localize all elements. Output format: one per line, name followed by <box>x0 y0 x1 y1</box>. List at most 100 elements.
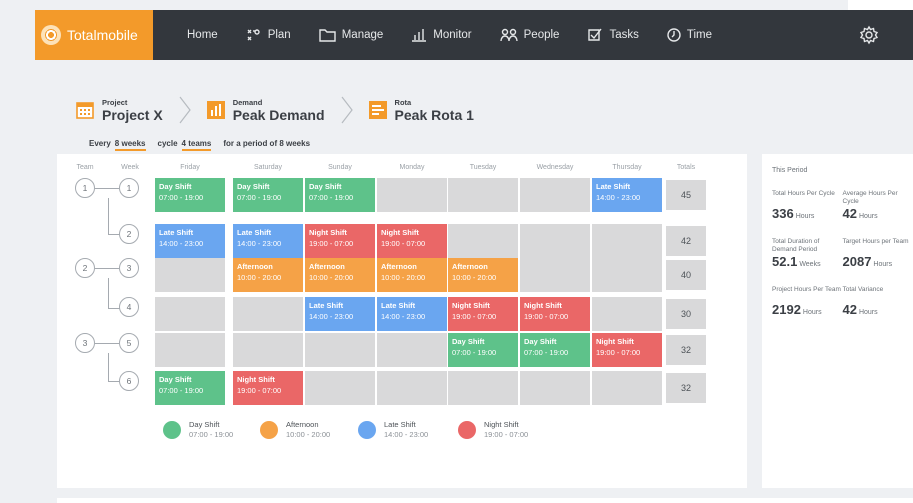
empty-cell[interactable] <box>592 371 662 405</box>
week-badge[interactable]: 5 <box>119 333 139 353</box>
shift-name: Day Shift <box>237 182 270 191</box>
team-badge[interactable]: 1 <box>75 178 95 198</box>
shift-cell[interactable]: Day Shift 07:00 - 19:00 <box>155 371 225 405</box>
breadcrumb-project[interactable]: Project Project X <box>76 98 163 123</box>
nav-manage[interactable]: Manage <box>319 28 383 42</box>
shift-time: 07:00 - 19:00 <box>452 348 497 357</box>
empty-cell[interactable] <box>520 258 590 292</box>
empty-cell[interactable] <box>377 178 447 212</box>
week-badge[interactable]: 1 <box>119 178 139 198</box>
tree-line <box>95 188 119 189</box>
shift-time: 10:00 - 20:00 <box>237 273 282 282</box>
shift-cell[interactable]: Late Shift 14:00 - 23:00 <box>233 224 303 258</box>
shift-cell[interactable]: Night Shift 19:00 - 07:00 <box>305 224 375 258</box>
shift-cell[interactable]: Afternoon 10:00 - 20:00 <box>233 258 303 292</box>
top-navbar: Totalmobile Home Plan Manage Monitor Peo… <box>35 10 913 60</box>
empty-cell[interactable] <box>448 224 518 258</box>
empty-cell[interactable] <box>155 333 225 367</box>
week-total: 32 <box>666 373 706 403</box>
shift-cell[interactable]: Day Shift 07:00 - 19:00 <box>155 178 225 212</box>
week-total: 32 <box>666 335 706 365</box>
shift-cell[interactable]: Day Shift 07:00 - 19:00 <box>520 333 590 367</box>
shift-name: Late Shift <box>309 301 344 310</box>
breadcrumb-demand[interactable]: Demand Peak Demand <box>206 98 325 123</box>
night-shift-dot <box>458 421 476 439</box>
shift-time: 07:00 - 19:00 <box>524 348 569 357</box>
shift-cell[interactable]: Late Shift 14:00 - 23:00 <box>305 297 375 331</box>
shift-name: Day Shift <box>159 182 192 191</box>
shift-cell[interactable]: Day Shift 07:00 - 19:00 <box>233 178 303 212</box>
shift-cell[interactable]: Day Shift 07:00 - 19:00 <box>305 178 375 212</box>
shift-cell[interactable]: Night Shift 19:00 - 07:00 <box>448 297 518 331</box>
nav-people[interactable]: People <box>499 28 559 42</box>
team-badge[interactable]: 3 <box>75 333 95 353</box>
nav-time[interactable]: Time <box>667 28 712 42</box>
shift-cell[interactable]: Night Shift 19:00 - 07:00 <box>233 371 303 405</box>
nav-tasks[interactable]: Tasks <box>587 28 639 42</box>
period-every-value[interactable]: 8 weeks <box>114 139 146 151</box>
empty-cell[interactable] <box>592 297 662 331</box>
empty-cell[interactable] <box>592 258 662 292</box>
tree-line <box>108 198 109 234</box>
shift-time: 19:00 - 07:00 <box>309 239 354 248</box>
empty-cell[interactable] <box>520 371 590 405</box>
empty-cell[interactable] <box>233 333 303 367</box>
nav-tasks-label: Tasks <box>609 29 639 41</box>
header-day: Thursday <box>612 164 642 171</box>
week-badge[interactable]: 3 <box>119 258 139 278</box>
week-badge[interactable]: 4 <box>119 297 139 317</box>
empty-cell[interactable] <box>520 224 590 258</box>
week-badge[interactable]: 2 <box>119 224 139 244</box>
legend-afternoon: Afternoon 10:00 - 20:00 <box>260 420 330 440</box>
checkbox-icon <box>588 28 603 41</box>
nav-home[interactable]: Home <box>187 29 218 41</box>
empty-cell[interactable] <box>448 371 518 405</box>
empty-cell[interactable] <box>520 178 590 212</box>
shift-cell[interactable]: Late Shift 14:00 - 23:00 <box>377 297 447 331</box>
shift-time: 19:00 - 07:00 <box>452 312 497 321</box>
shift-cell[interactable]: Afternoon 10:00 - 20:00 <box>305 258 375 292</box>
shift-cell[interactable]: Night Shift 19:00 - 07:00 <box>377 224 447 258</box>
shift-cell[interactable]: Late Shift 14:00 - 23:00 <box>592 178 662 212</box>
shift-cell[interactable]: Day Shift 07:00 - 19:00 <box>448 333 518 367</box>
period-cycle-value[interactable]: 4 teams <box>181 139 212 151</box>
rota-grid-panel: Team Week Friday Saturday Sunday Monday Tues… <box>57 154 747 488</box>
header-day: Wednesday <box>536 164 574 171</box>
empty-cell[interactable] <box>155 297 225 331</box>
team-badge[interactable]: 2 <box>75 258 95 278</box>
shift-cell[interactable]: Night Shift 19:00 - 07:00 <box>520 297 590 331</box>
empty-cell[interactable] <box>592 224 662 258</box>
shift-cell[interactable]: Afternoon 10:00 - 20:00 <box>448 258 518 292</box>
empty-cell[interactable] <box>305 333 375 367</box>
shift-time: 14:00 - 23:00 <box>237 239 282 248</box>
empty-cell[interactable] <box>233 297 303 331</box>
shift-cell[interactable]: Afternoon 10:00 - 20:00 <box>377 258 447 292</box>
shift-cell[interactable]: Late Shift 14:00 - 23:00 <box>155 224 225 258</box>
week-total: 30 <box>666 299 706 329</box>
settings-button[interactable] <box>859 25 879 50</box>
empty-cell[interactable] <box>448 178 518 212</box>
empty-cell[interactable] <box>377 371 447 405</box>
nav-plan[interactable]: Plan <box>246 28 291 42</box>
period-every-label: Every <box>89 139 111 148</box>
header-totals: Totals <box>676 164 696 171</box>
period-cycle-label: cycle <box>157 139 178 148</box>
shift-name: Day Shift <box>159 375 192 384</box>
legend-name: Night Shift <box>484 420 519 429</box>
stat-unit: Hours <box>795 213 815 220</box>
breadcrumb-rota[interactable]: Rota Peak Rota 1 <box>368 98 474 123</box>
shift-name: Night Shift <box>596 337 634 346</box>
brand-logo[interactable]: Totalmobile <box>35 10 153 60</box>
shift-name: Afternoon <box>381 262 417 271</box>
shift-cell[interactable]: Night Shift 19:00 - 07:00 <box>592 333 662 367</box>
breadcrumb-rota-name: Peak Rota 1 <box>394 106 474 123</box>
tree-line <box>95 268 119 269</box>
stat-label: Total Hours Per Cycle <box>772 190 835 197</box>
empty-cell[interactable] <box>305 371 375 405</box>
shift-name: Late Shift <box>237 228 272 237</box>
empty-cell[interactable] <box>377 333 447 367</box>
empty-cell[interactable] <box>155 258 225 292</box>
shift-name: Day Shift <box>452 337 485 346</box>
week-badge[interactable]: 6 <box>119 371 139 391</box>
nav-monitor[interactable]: Monitor <box>411 28 472 42</box>
